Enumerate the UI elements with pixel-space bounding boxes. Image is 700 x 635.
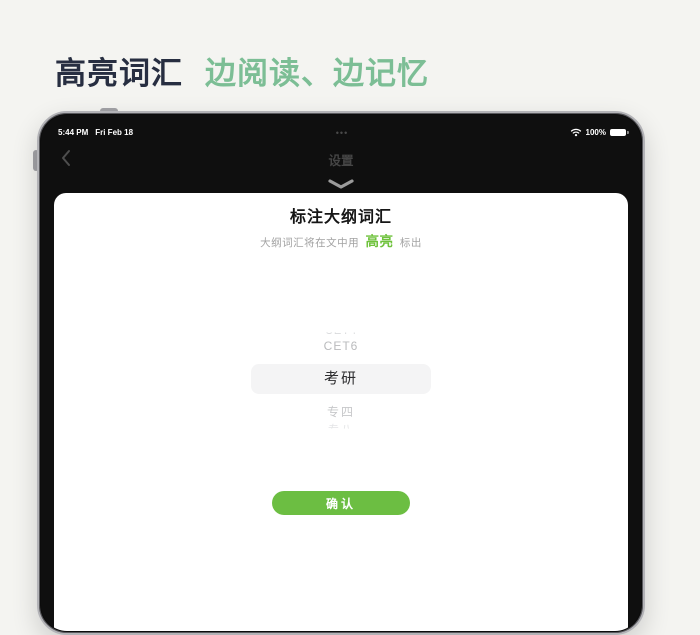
status-right: 100% xyxy=(570,127,629,139)
status-left: 5:44 PM Fri Feb 18 xyxy=(58,128,133,137)
status-ellipsis: ••• xyxy=(335,127,349,138)
status-date: Fri Feb 18 xyxy=(95,128,134,137)
vocab-level-picker: CET4 CET6 考研 专四 专八 xyxy=(54,325,628,431)
wifi-icon xyxy=(570,127,582,139)
headline: 高亮词汇 边阅读、边记忆 xyxy=(55,48,429,93)
subtitle-prefix: 大纲词汇将在文中用 xyxy=(260,237,360,249)
battery-full-icon xyxy=(610,129,629,136)
nav-bar: 设置 xyxy=(41,145,641,171)
battery-percent: 100% xyxy=(585,128,606,137)
headline-subtitle: 边阅读、边记忆 xyxy=(205,56,429,91)
picker-option-cet4[interactable]: CET4 xyxy=(54,332,628,337)
picker-option-cet6[interactable]: CET6 xyxy=(54,339,628,353)
sheet-title: 标注大纲词汇 xyxy=(289,209,392,226)
headline-title: 高亮词汇 xyxy=(55,56,183,91)
nav-title: 设置 xyxy=(328,154,354,168)
confirm-button[interactable]: 确认 xyxy=(272,491,410,515)
settings-sheet: 标注大纲词汇 大纲词汇将在文中用 高亮 标出 CET4 CET6 考研 专四 专… xyxy=(54,193,628,631)
picker-option-zhuansi[interactable]: 专四 xyxy=(54,403,628,420)
subtitle-highlight: 高亮 xyxy=(365,234,394,249)
subtitle-suffix: 标出 xyxy=(399,237,422,249)
status-time: 5:44 PM xyxy=(58,128,89,137)
picker-option-zhuanba[interactable]: 专八 xyxy=(54,421,628,429)
sheet-subtitle: 大纲词汇将在文中用 高亮 标出 xyxy=(54,230,628,250)
device-screen: 5:44 PM Fri Feb 18 ••• 100% 设置 标注大纲词汇 大纲… xyxy=(41,115,641,631)
status-bar: 5:44 PM Fri Feb 18 ••• 100% xyxy=(58,126,629,139)
picker-option-selected[interactable]: 考研 xyxy=(251,364,431,394)
ipad-device-frame: 5:44 PM Fri Feb 18 ••• 100% 设置 标注大纲词汇 大纲… xyxy=(37,111,645,635)
chevron-down-icon[interactable] xyxy=(327,178,355,191)
